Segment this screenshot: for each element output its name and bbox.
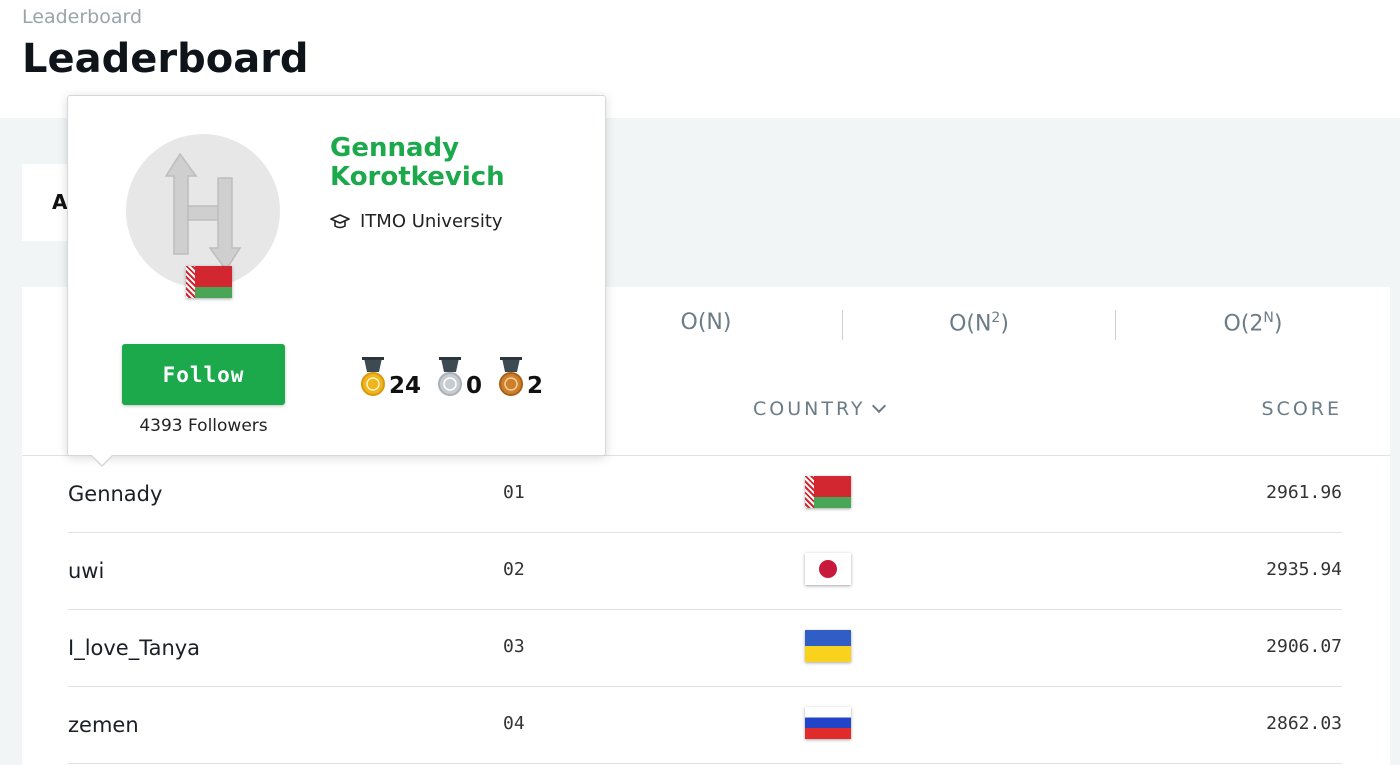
filter-label[interactable]: A	[52, 190, 67, 214]
hacker-name[interactable]: zemen	[68, 713, 139, 737]
table-row[interactable]: uwi 02 2935.94	[68, 533, 1342, 610]
tab-divider	[842, 310, 843, 340]
score: 2935.94	[1266, 559, 1342, 580]
table-row[interactable]: I_love_Tanya 03 2906.07	[68, 610, 1342, 687]
score: 2961.96	[1266, 482, 1342, 503]
graduation-cap-icon	[330, 213, 350, 228]
bronze-count: 2	[527, 373, 544, 399]
belarus-flag-icon	[186, 266, 232, 298]
page-title: Leaderboard	[22, 36, 309, 82]
japan-flag-icon	[805, 553, 851, 585]
table-row[interactable]: zemen 04 2862.03	[68, 687, 1342, 764]
school-name: ITMO University	[360, 211, 503, 232]
breadcrumb[interactable]: Leaderboard	[22, 6, 142, 28]
ukraine-flag-icon	[805, 630, 851, 662]
medals: 24 0 2	[358, 356, 543, 398]
avatar	[126, 134, 280, 288]
rank: 03	[503, 636, 525, 657]
silver-medal: 0	[435, 356, 482, 398]
tab-o-n-squared[interactable]: O(N2)	[949, 310, 1009, 336]
tab-o-2-n[interactable]: O(2N)	[1224, 310, 1283, 336]
silver-count: 0	[466, 373, 483, 399]
score-column-header[interactable]: SCORE	[1262, 398, 1343, 420]
hacker-name[interactable]: I_love_Tanya	[68, 636, 200, 660]
profile-popover: Gennady Korotkevich ITMO University Foll…	[67, 95, 606, 467]
score: 2862.03	[1266, 713, 1342, 734]
tab-o-n[interactable]: O(N)	[681, 310, 732, 335]
russia-flag-icon	[805, 707, 851, 739]
school: ITMO University	[330, 211, 503, 232]
bronze-medal-icon	[499, 357, 524, 396]
score: 2906.07	[1266, 636, 1342, 657]
followers-count: 4393 Followers	[139, 416, 268, 436]
hackerrank-logo-icon	[164, 152, 242, 272]
belarus-flag-icon	[805, 476, 851, 508]
chevron-down-icon	[871, 398, 886, 414]
profile-name[interactable]: Gennady Korotkevich	[330, 134, 590, 192]
rank: 01	[503, 482, 525, 503]
gold-count: 24	[389, 373, 422, 399]
tab-divider	[1115, 310, 1116, 340]
follow-button[interactable]: Follow	[122, 344, 285, 405]
silver-medal-icon	[438, 357, 463, 396]
hacker-name[interactable]: Gennady	[68, 482, 162, 506]
gold-medal: 24	[358, 356, 421, 398]
rank: 02	[503, 559, 525, 580]
rank: 04	[503, 713, 525, 734]
country-column-header[interactable]: COUNTRY	[753, 398, 886, 420]
gold-medal-icon	[361, 357, 385, 396]
hacker-name[interactable]: uwi	[68, 559, 104, 583]
bronze-medal: 2	[496, 356, 543, 398]
popover-arrow	[90, 454, 114, 467]
table-row[interactable]: Gennady 01 2961.96	[68, 456, 1342, 533]
